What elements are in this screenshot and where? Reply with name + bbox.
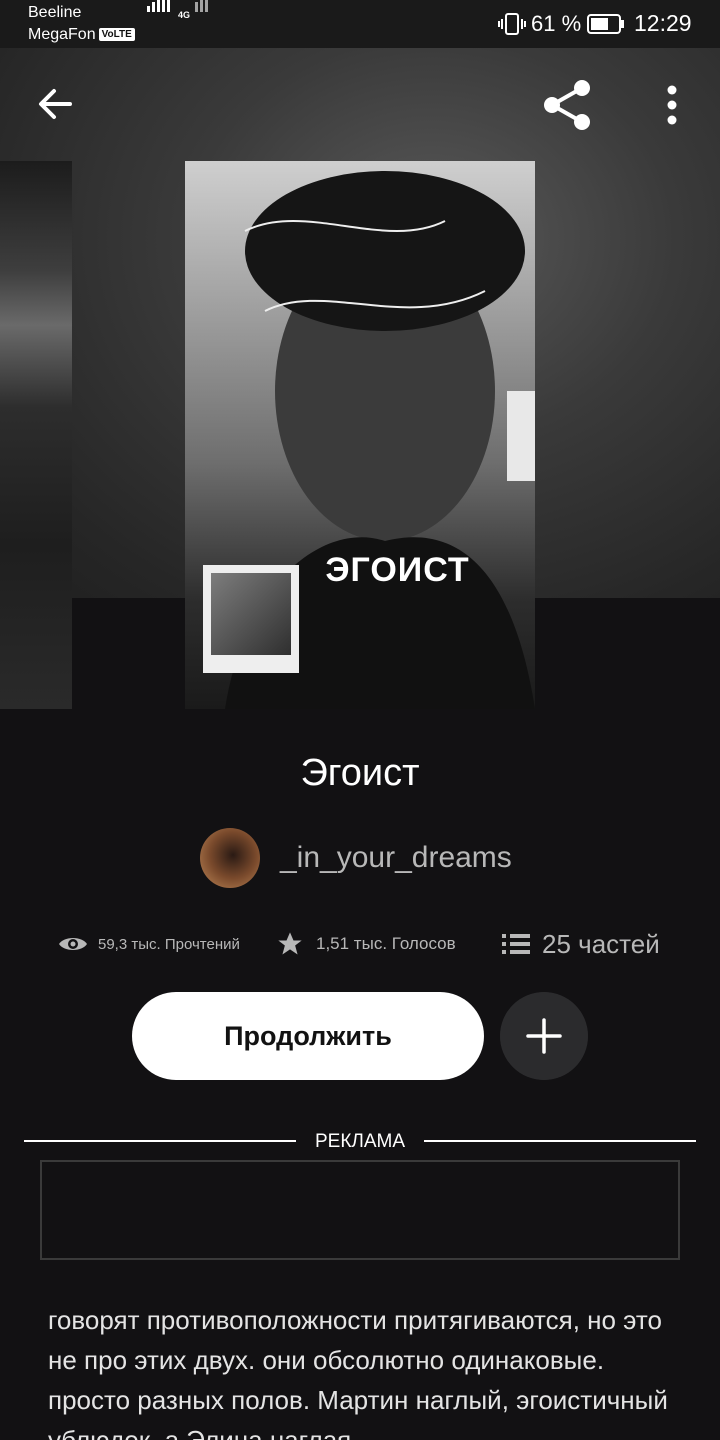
avatar[interactable]	[200, 828, 260, 888]
parts-count[interactable]: 25 частей	[542, 929, 660, 960]
clock: 12:29	[634, 10, 692, 36]
book-cover: ЭГОИСТ	[185, 161, 535, 709]
more-vertical-icon	[667, 85, 677, 125]
battery-percent: 61 %	[531, 11, 582, 36]
ad-divider-left	[24, 1140, 296, 1142]
vibrate-icon	[498, 13, 526, 35]
back-button[interactable]	[32, 80, 80, 128]
carrier-2: MegaFon VoLTE	[28, 26, 135, 44]
status-bar: Beeline MegaFon VoLTE 4G 61 % 12:29	[0, 0, 720, 48]
arrow-left-icon	[39, 89, 72, 119]
list-icon	[502, 934, 530, 954]
story-stats: 59,3 тыс. Прочтений 1,51 тыс. Голосов 25…	[0, 926, 720, 962]
star-icon	[278, 932, 302, 955]
ad-divider-right	[424, 1140, 696, 1142]
battery-icon	[587, 14, 624, 34]
carrier-1: Beeline	[28, 4, 82, 21]
previous-cover[interactable]	[0, 161, 72, 709]
share-icon	[544, 80, 590, 130]
ad-label: РЕКЛАМА	[314, 1131, 406, 1152]
votes-count: 1,51 тыс. Голосов	[316, 934, 456, 953]
reads-stat: 59,3 тыс. Прочтений	[58, 926, 240, 962]
eye-icon	[59, 938, 87, 950]
author-link[interactable]: _in_your_dreams	[200, 828, 512, 888]
reads-count: 59,3 тыс. Прочтений	[98, 935, 240, 953]
votes-stat: 1,51 тыс. Голосов	[276, 926, 456, 962]
share-button[interactable]	[540, 78, 594, 132]
add-to-library-button[interactable]	[500, 992, 588, 1080]
polaroid-photo	[203, 565, 299, 673]
network-type: 4G	[178, 10, 191, 20]
parts-stat[interactable]: 25 частей	[502, 926, 660, 962]
volte-badge: VoLTE	[98, 28, 135, 41]
more-button[interactable]	[654, 82, 690, 128]
story-title: Эгоист	[300, 752, 420, 794]
author-name[interactable]: _in_your_dreams	[280, 841, 512, 875]
ad-slot[interactable]	[40, 1160, 680, 1260]
story-description: говорят противоположности притягиваются,…	[48, 1305, 668, 1440]
continue-reading-button[interactable]: Продолжить	[132, 992, 484, 1080]
